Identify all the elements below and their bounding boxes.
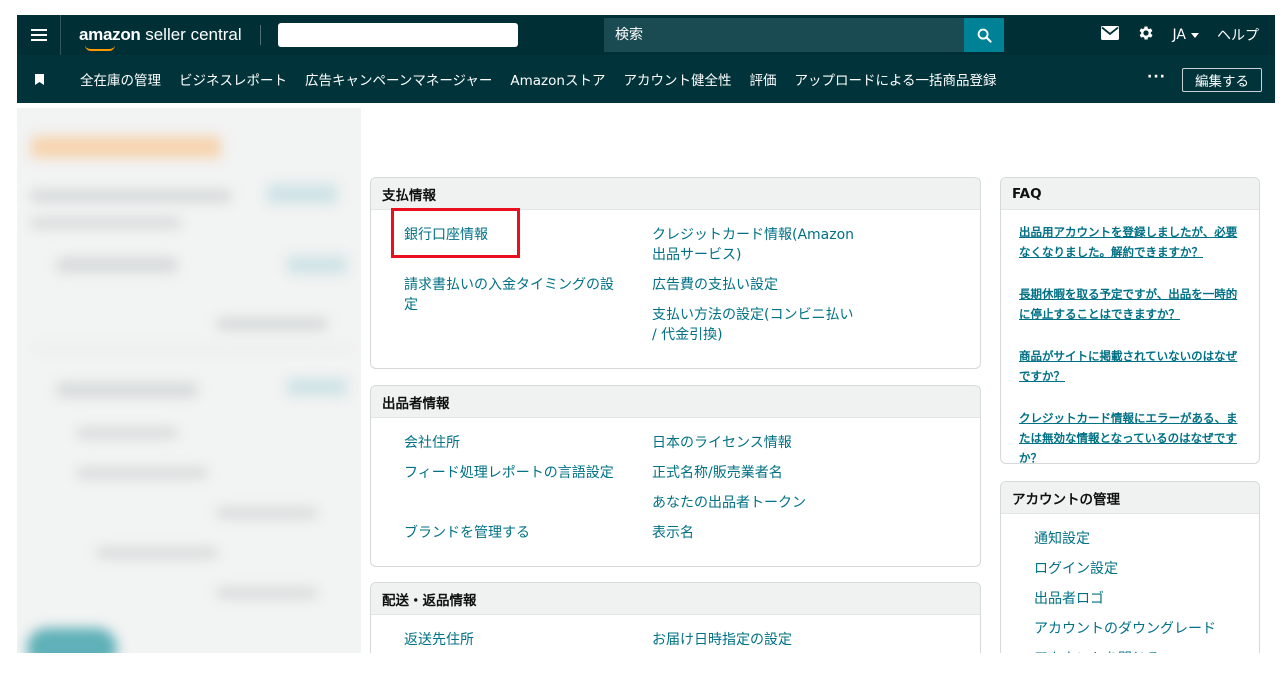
account-links: 通知設定 ログイン設定 出品者ロゴ アカウントのダウングレード アカウントを閉じ… [1001,514,1259,653]
gear-icon[interactable] [1137,24,1155,46]
nav-item-inventory[interactable]: 全在庫の管理 [80,69,161,89]
nav-item-bulk-upload[interactable]: アップロードによる一括商品登録 [794,69,996,89]
mail-icon[interactable] [1100,26,1119,44]
seller-central-window: amazon seller central JA ヘルプ [17,15,1275,653]
top-bar: amazon seller central JA ヘルプ [17,15,1275,55]
invoice-deposit-timing-link[interactable]: 請求書払いの入金タイミングの設定 [404,275,614,315]
search-button[interactable] [964,18,1004,52]
logo-rest-text: seller central [140,25,242,44]
seller-info-title: 出品者情報 [371,386,980,418]
language-label: JA [1172,27,1186,43]
display-name-link[interactable]: 表示名 [652,523,862,543]
payment-info-title: 支払情報 [371,178,980,210]
bookmark-icon[interactable] [17,73,61,85]
account-management-card: アカウントの管理 通知設定 ログイン設定 出品者ロゴ アカウントのダウングレード… [1000,481,1260,653]
faq-item[interactable]: 長期休暇を取る予定ですが、出品を一時的に停止することはできますか？ [1019,284,1242,324]
faq-card: FAQ 出品用アカウントを登録しましたが、必要なくなりました。解約できますか？ … [1000,177,1260,464]
shipping-return-title: 配送・返品情報 [371,583,980,615]
return-address-link[interactable]: 返送先住所 [404,630,614,650]
delivery-time-setting-link[interactable]: お届け日時指定の設定 [652,630,862,650]
edit-nav-button[interactable]: 編集する [1182,68,1262,92]
notification-settings-link[interactable]: 通知設定 [1034,524,1259,554]
seller-logo-link[interactable]: 出品者ロゴ [1034,584,1259,614]
top-right-tools: JA ヘルプ [1100,15,1259,55]
ad-payment-settings-link[interactable]: 広告費の支払い設定 [652,275,862,295]
logo-divider [259,25,261,45]
feed-report-language-link[interactable]: フィード処理レポートの言語設定 [404,463,614,483]
nav-bar: 全在庫の管理 ビジネスレポート 広告キャンペーンマネージャー Amazonストア… [17,55,1275,103]
japan-license-info-link[interactable]: 日本のライセンス情報 [652,433,862,453]
shipping-return-card: 配送・返品情報 返送先住所 お届け日時指定の設定 [370,582,981,653]
seller-central-logo[interactable]: amazon seller central [79,25,242,51]
faq-item[interactable]: 出品用アカウントを登録しましたが、必要なくなりました。解約できますか？ [1019,222,1242,262]
seller-token-link[interactable]: あなたの出品者トークン [652,493,862,513]
payment-info-card: 支払情報 銀行口座情報 クレジットカード情報(Amazon出品サービス) 請求書… [370,177,981,369]
highlight-box [391,208,520,258]
credit-card-info-link[interactable]: クレジットカード情報(Amazon出品サービス) [652,225,862,265]
store-selector[interactable] [277,23,518,47]
faq-item[interactable]: 商品がサイトに掲載されていないのはなぜですか？ [1019,346,1242,386]
payment-method-settings-link[interactable]: 支払い方法の設定(コンビニ払い / 代金引換) [652,305,862,345]
account-management-title: アカウントの管理 [1001,482,1259,514]
faq-item[interactable]: クレジットカード情報にエラーがある、または無効な情報となっているのはなぜですか？ [1019,408,1242,463]
manage-brands-link[interactable]: ブランドを管理する [404,523,614,543]
nav-items: 全在庫の管理 ビジネスレポート 広告キャンペーンマネージャー Amazonストア… [80,69,997,89]
menu-icon[interactable] [17,15,61,55]
company-address-link[interactable]: 会社住所 [404,433,614,453]
nav-item-amazon-store[interactable]: Amazonストア [510,69,605,89]
nav-item-ad-campaign-manager[interactable]: 広告キャンペーンマネージャー [305,69,492,89]
help-link[interactable]: ヘルプ [1217,25,1259,45]
search-input[interactable] [604,18,964,52]
nav-item-feedback[interactable]: 評価 [749,69,776,89]
more-menu-icon[interactable]: ··· [1147,69,1166,85]
faq-list: 出品用アカウントを登録しましたが、必要なくなりました。解約できますか？ 長期休暇… [1001,210,1259,463]
close-account-link[interactable]: アカウントを閉じる [1034,644,1259,653]
logo-bold-text: amazon [79,25,141,44]
seller-info-card: 出品者情報 会社住所 日本のライセンス情報 フィード処理レポートの言語設定 正式… [370,385,981,567]
chevron-down-icon [1191,32,1199,38]
search-icon [977,28,992,43]
language-selector[interactable]: JA [1173,27,1199,43]
nav-item-account-health[interactable]: アカウント健全性 [623,69,731,89]
nav-item-business-reports[interactable]: ビジネスレポート [179,69,287,89]
search-bar [604,18,1004,52]
legal-name-link[interactable]: 正式名称/販売業者名 [652,463,862,483]
account-downgrade-link[interactable]: アカウントのダウングレード [1034,614,1259,644]
login-settings-link[interactable]: ログイン設定 [1034,554,1259,584]
blurred-left-panel [17,108,361,653]
faq-title: FAQ [1001,178,1259,210]
amazon-smile-icon [85,45,115,51]
